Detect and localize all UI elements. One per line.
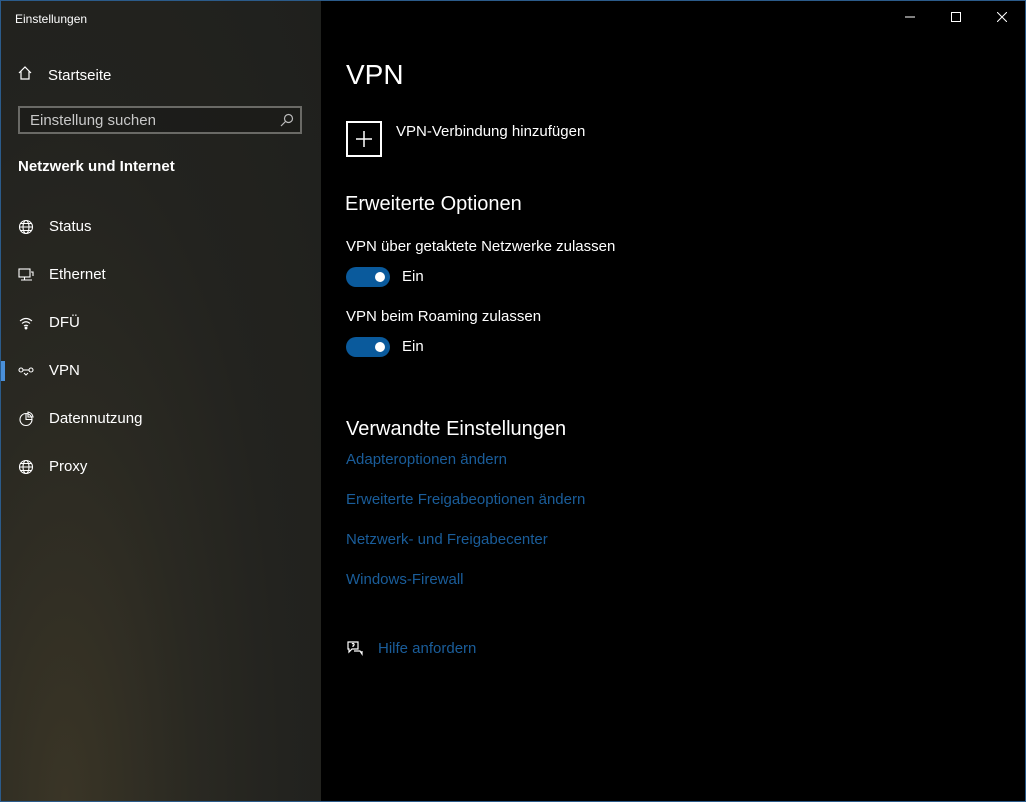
globe-status-icon — [18, 219, 34, 235]
data-usage-icon — [19, 411, 34, 427]
advanced-heading: Erweiterte Optionen — [345, 193, 522, 215]
selection-indicator — [1, 361, 5, 381]
close-button[interactable] — [979, 1, 1025, 33]
sidebar-item-label: VPN — [49, 362, 80, 379]
metered-toggle-state: Ein — [402, 268, 424, 285]
vpn-icon — [18, 367, 34, 376]
search-input[interactable] — [20, 108, 270, 132]
maximize-button[interactable] — [933, 1, 979, 33]
sidebar: Einstellungen Startseite Netzwerk und In… — [1, 1, 321, 801]
main-content: VPN VPN-Verbindung hinzufügen Erweiterte… — [321, 1, 1025, 801]
globe-icon — [18, 459, 34, 475]
close-icon — [997, 12, 1007, 22]
minimize-icon — [905, 16, 915, 18]
roaming-option-label: VPN beim Roaming zulassen — [346, 308, 542, 325]
maximize-icon — [951, 12, 961, 22]
toggle-knob — [375, 272, 385, 282]
sidebar-item-label: Ethernet — [49, 266, 106, 283]
roaming-toggle-state: Ein — [402, 338, 424, 355]
add-vpn-label: VPN-Verbindung hinzufügen — [396, 123, 586, 140]
metered-option-label: VPN über getaktete Netzwerke zulassen — [346, 238, 616, 255]
sidebar-item-status[interactable]: Status — [1, 207, 321, 247]
settings-window: Einstellungen Startseite Netzwerk und In… — [0, 0, 1026, 802]
section-title: Netzwerk und Internet — [18, 158, 175, 175]
home-icon — [17, 65, 33, 86]
toggle-knob — [375, 342, 385, 352]
sidebar-item-proxy[interactable]: Proxy — [1, 447, 321, 487]
search-box[interactable] — [18, 106, 302, 134]
ethernet-icon — [18, 268, 34, 281]
minimize-button[interactable] — [887, 1, 933, 33]
help-label: Hilfe anfordern — [378, 640, 477, 657]
advanced-sharing-link[interactable]: Erweiterte Freigabeoptionen ändern — [346, 491, 585, 508]
help-chat-icon — [347, 641, 363, 656]
adapter-options-link[interactable]: Adapteroptionen ändern — [346, 451, 507, 468]
sidebar-item-data-usage[interactable]: Datennutzung — [1, 399, 321, 439]
page-title: VPN — [346, 59, 404, 90]
sidebar-item-label: Status — [49, 218, 92, 235]
windows-firewall-link[interactable]: Windows-Firewall — [346, 571, 464, 588]
sidebar-item-label: Datennutzung — [49, 410, 143, 427]
home-link[interactable]: Startseite — [17, 63, 111, 87]
sidebar-item-ethernet[interactable]: Ethernet — [1, 255, 321, 295]
dialup-icon — [19, 317, 33, 330]
window-title: Einstellungen — [15, 12, 88, 26]
metered-toggle[interactable] — [346, 267, 390, 287]
sidebar-item-vpn[interactable]: VPN — [1, 351, 321, 391]
plus-icon — [346, 121, 382, 157]
add-vpn-button[interactable]: VPN-Verbindung hinzufügen — [346, 121, 726, 161]
home-label: Startseite — [48, 66, 112, 84]
network-sharing-center-link[interactable]: Netzwerk- und Freigabecenter — [346, 531, 548, 548]
sidebar-item-label: DFÜ — [49, 314, 80, 331]
related-heading: Verwandte Einstellungen — [346, 418, 567, 440]
roaming-toggle[interactable] — [346, 337, 390, 357]
sidebar-item-dialup[interactable]: DFÜ — [1, 303, 321, 343]
sidebar-item-label: Proxy — [49, 458, 88, 475]
